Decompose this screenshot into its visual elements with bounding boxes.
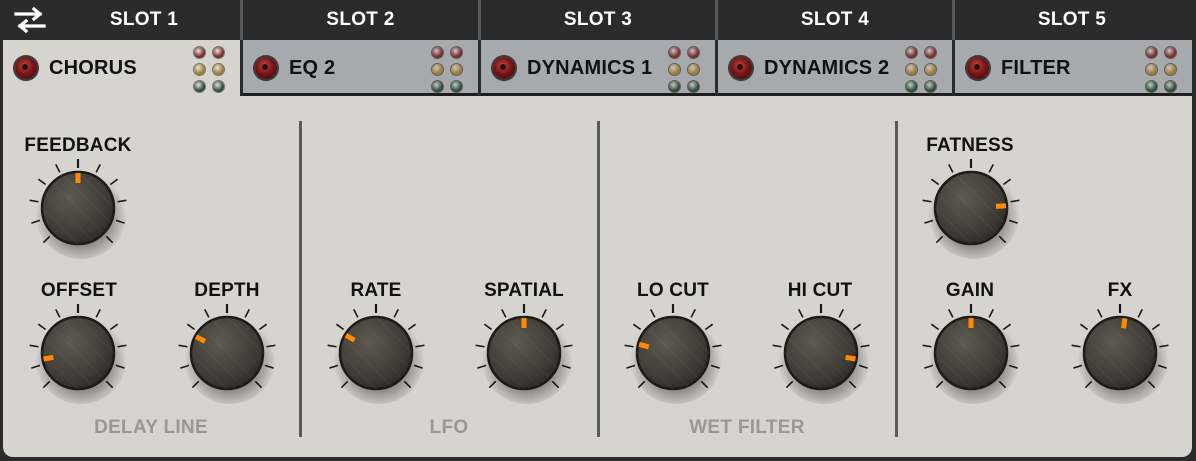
slot-module-name: DYNAMICS 1 <box>527 57 653 79</box>
status-dot <box>1165 81 1176 92</box>
fatness-knob[interactable] <box>916 153 1026 263</box>
status-dot <box>432 81 443 92</box>
status-dot <box>1146 47 1157 58</box>
slot-module-name: EQ 2 <box>289 57 336 79</box>
knob-tick <box>780 323 790 331</box>
knob-tick <box>55 308 61 318</box>
knob-indicator <box>995 203 1007 209</box>
knob-tick <box>1097 308 1103 318</box>
section-divider <box>299 121 302 437</box>
section-divider <box>895 121 898 437</box>
slot-tab-3[interactable]: DYNAMICS 1 <box>481 40 715 96</box>
wet-filter-section-label: WET FILTER <box>689 417 805 438</box>
slot-header-3[interactable]: SLOT 3 <box>481 0 715 40</box>
status-dot <box>1146 64 1157 75</box>
status-dot <box>432 64 443 75</box>
slot-tab-5[interactable]: FILTER <box>955 40 1192 96</box>
status-dot <box>925 81 936 92</box>
gain-knob[interactable] <box>916 298 1026 408</box>
power-led-icon[interactable] <box>15 57 37 79</box>
status-dot <box>194 81 205 92</box>
knob-tick <box>948 163 954 173</box>
status-dot <box>688 81 699 92</box>
power-led-icon[interactable] <box>730 57 752 79</box>
status-dot <box>213 47 224 58</box>
status-dots-icon <box>906 47 938 93</box>
knob-tick <box>186 323 196 331</box>
status-dots-icon <box>1146 47 1178 93</box>
rate-knob[interactable] <box>321 298 431 408</box>
feedback-knob[interactable] <box>23 153 133 263</box>
knob-tick <box>798 308 804 318</box>
status-dot <box>213 81 224 92</box>
depth-knob[interactable] <box>172 298 282 408</box>
status-dot <box>451 81 462 92</box>
power-led-icon[interactable] <box>255 57 277 79</box>
knob-indicator <box>43 354 54 362</box>
power-led-icon[interactable] <box>967 57 989 79</box>
spatial-knob[interactable] <box>469 298 579 408</box>
status-dot <box>925 47 936 58</box>
knob-indicator <box>638 341 650 350</box>
status-dot <box>451 47 462 58</box>
status-dot <box>194 64 205 75</box>
status-dot <box>906 64 917 75</box>
status-dot <box>1165 47 1176 58</box>
status-dot <box>451 64 462 75</box>
status-dot <box>688 64 699 75</box>
fx-knob[interactable] <box>1065 298 1175 408</box>
delay-line-section-label: DELAY LINE <box>94 417 208 438</box>
status-dots-icon <box>432 47 464 93</box>
knob-tick <box>501 308 507 318</box>
status-dot <box>1146 81 1157 92</box>
knob-tick <box>55 163 61 173</box>
knob-tick <box>335 323 345 331</box>
status-dot <box>1165 64 1176 75</box>
status-dot <box>669 64 680 75</box>
knob-tick <box>483 323 493 331</box>
power-led-icon[interactable] <box>493 57 515 79</box>
slot-module-name: CHORUS <box>49 57 137 79</box>
slot-tab-2[interactable]: EQ 2 <box>243 40 478 96</box>
knob-tick <box>353 308 359 318</box>
knob-tick <box>204 308 210 318</box>
knob-tick <box>930 323 940 331</box>
slot-header-5[interactable]: SLOT 5 <box>955 0 1189 40</box>
slot-module-name: DYNAMICS 2 <box>764 57 890 79</box>
knob-tick <box>930 178 940 186</box>
slot-tab-1[interactable]: CHORUS <box>3 40 240 100</box>
knob-indicator <box>1121 317 1128 329</box>
hi-cut-knob[interactable] <box>766 298 876 408</box>
knob-indicator <box>845 354 856 362</box>
status-dot <box>669 47 680 58</box>
lo-cut-knob[interactable] <box>618 298 728 408</box>
status-dot <box>906 47 917 58</box>
status-dots-icon <box>194 47 226 93</box>
status-dot <box>906 81 917 92</box>
status-dot <box>194 47 205 58</box>
status-dot <box>432 47 443 58</box>
status-dot <box>925 64 936 75</box>
slot-header-2[interactable]: SLOT 2 <box>243 0 478 40</box>
knob-tick <box>37 178 47 186</box>
knob-tick <box>37 323 47 331</box>
status-dot <box>669 81 680 92</box>
offset-knob[interactable] <box>23 298 133 408</box>
knob-tick <box>650 308 656 318</box>
section-divider <box>597 121 600 437</box>
slot-header-4[interactable]: SLOT 4 <box>718 0 952 40</box>
knob-tick <box>948 308 954 318</box>
status-dot <box>213 64 224 75</box>
knob-tick <box>1079 323 1089 331</box>
knob-tick <box>632 323 642 331</box>
plugin-window: SLOT 1 SLOT 2 SLOT 3 SLOT 4 SLOT 5 CHORU… <box>0 0 1196 461</box>
slot-tab-4[interactable]: DYNAMICS 2 <box>718 40 952 96</box>
slot-module-name: FILTER <box>1001 57 1071 79</box>
swap-arrows-icon[interactable] <box>12 6 48 34</box>
slot-header-1[interactable]: SLOT 1 <box>48 0 240 40</box>
status-dots-icon <box>669 47 701 93</box>
lfo-section-label: LFO <box>429 417 469 438</box>
status-dot <box>688 47 699 58</box>
